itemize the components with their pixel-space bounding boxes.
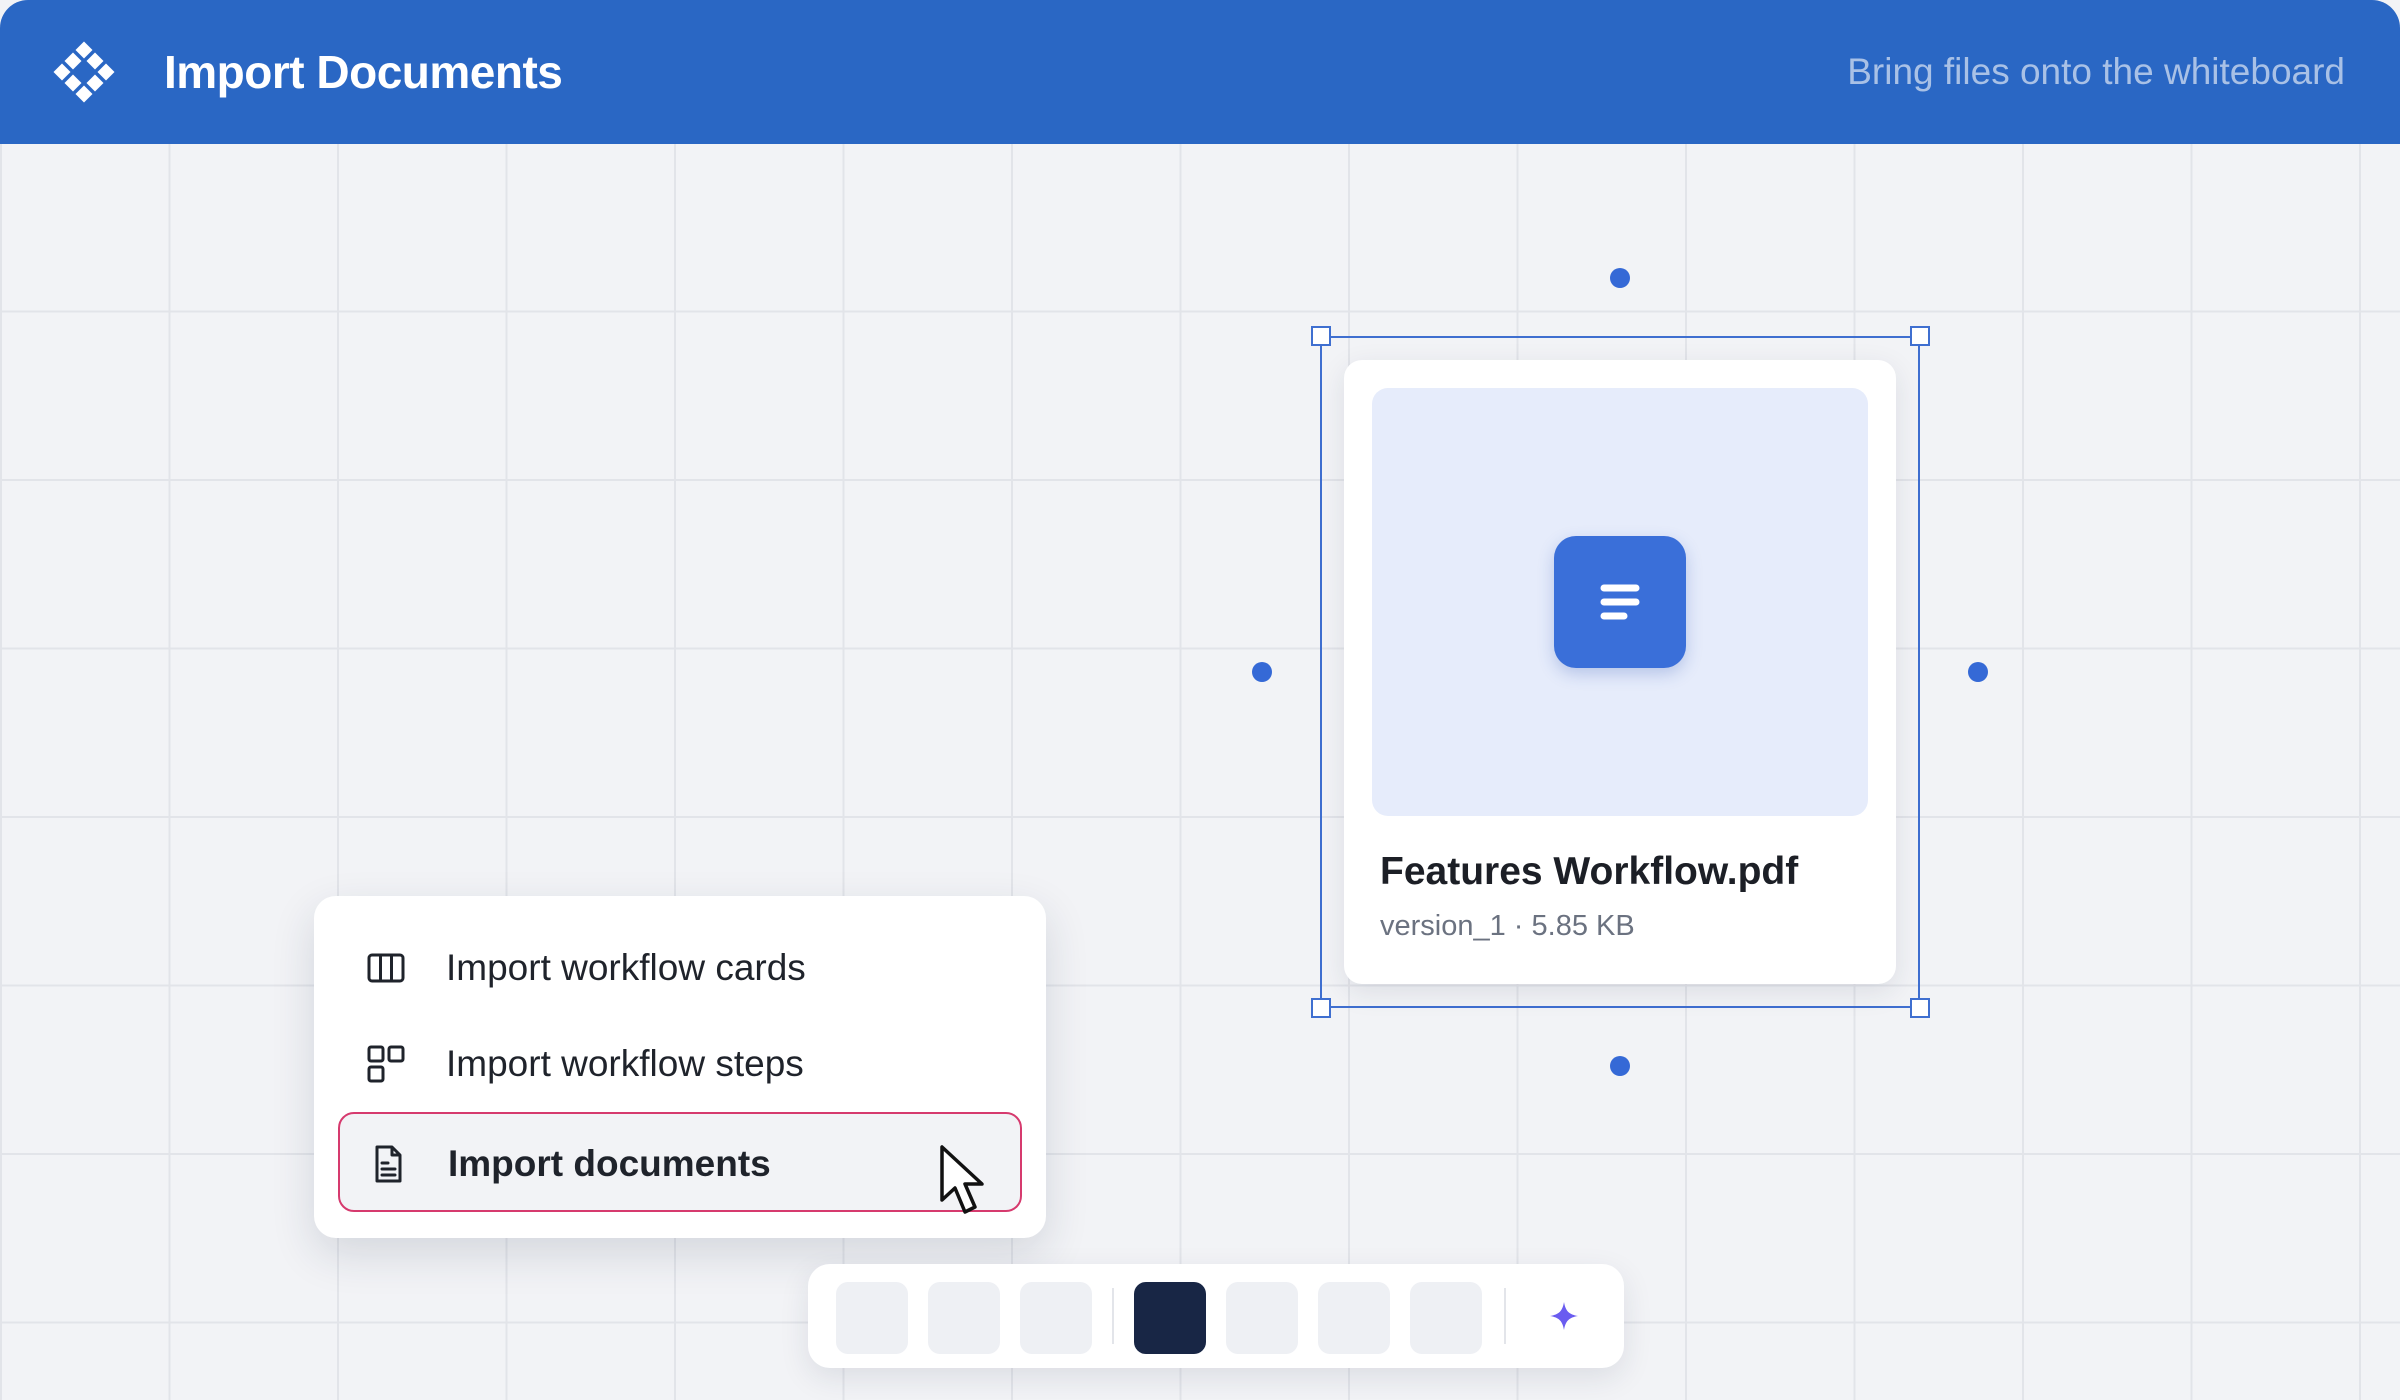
document-preview <box>1372 388 1868 816</box>
menu-item-label: Import workflow cards <box>446 947 806 988</box>
page-title: Import Documents <box>164 46 563 98</box>
toolbar-tool-1[interactable] <box>836 1282 908 1354</box>
connector-dot-bottom[interactable] <box>1610 1056 1630 1076</box>
toolbar-tool-4-selected[interactable] <box>1134 1282 1206 1354</box>
document-lines-icon <box>1600 584 1640 620</box>
toolbar-tool-7[interactable] <box>1410 1282 1482 1354</box>
bottom-toolbar <box>808 1264 1624 1368</box>
menu-item-import-workflow-steps[interactable]: Import workflow steps <box>338 1014 1022 1114</box>
pointer-cursor-icon <box>940 1145 984 1214</box>
resize-handle-top-left[interactable] <box>1311 326 1331 346</box>
app-header: Import Documents Bring files onto the wh… <box>0 0 2400 144</box>
file-meta: version_1 · 5.85 KB <box>1380 910 1635 942</box>
document-card[interactable]: Features Workflow.pdf version_1 · 5.85 K… <box>1344 360 1896 984</box>
grid-blocks-icon <box>367 1045 405 1083</box>
menu-item-import-documents[interactable]: Import documents <box>338 1112 1022 1212</box>
diamond-grid-logo-icon <box>53 41 115 103</box>
sparkle-icon[interactable] <box>1542 1294 1586 1338</box>
document-icon <box>375 1145 402 1183</box>
resize-handle-bottom-right[interactable] <box>1910 998 1930 1018</box>
connector-dot-left[interactable] <box>1252 662 1272 682</box>
menu-item-import-workflow-cards[interactable]: Import workflow cards <box>338 918 1022 1018</box>
toolbar-tool-6[interactable] <box>1318 1282 1390 1354</box>
file-badge <box>1554 536 1686 668</box>
columns-icon <box>367 953 405 983</box>
toolbar-divider <box>1112 1288 1114 1344</box>
menu-item-label: Import workflow steps <box>446 1043 804 1084</box>
menu-item-label: Import documents <box>448 1143 771 1184</box>
resize-handle-bottom-left[interactable] <box>1311 998 1331 1018</box>
toolbar-tool-2[interactable] <box>928 1282 1000 1354</box>
toolbar-tool-5[interactable] <box>1226 1282 1298 1354</box>
page-subtitle: Bring files onto the whiteboard <box>1847 51 2345 92</box>
file-name: Features Workflow.pdf <box>1380 850 1799 893</box>
import-menu: Import workflow cards Import workflow st… <box>314 896 1046 1238</box>
toolbar-divider <box>1504 1288 1506 1344</box>
resize-handle-top-right[interactable] <box>1910 326 1930 346</box>
connector-dot-right[interactable] <box>1968 662 1988 682</box>
connector-dot-top[interactable] <box>1610 268 1630 288</box>
toolbar-tool-3[interactable] <box>1020 1282 1092 1354</box>
